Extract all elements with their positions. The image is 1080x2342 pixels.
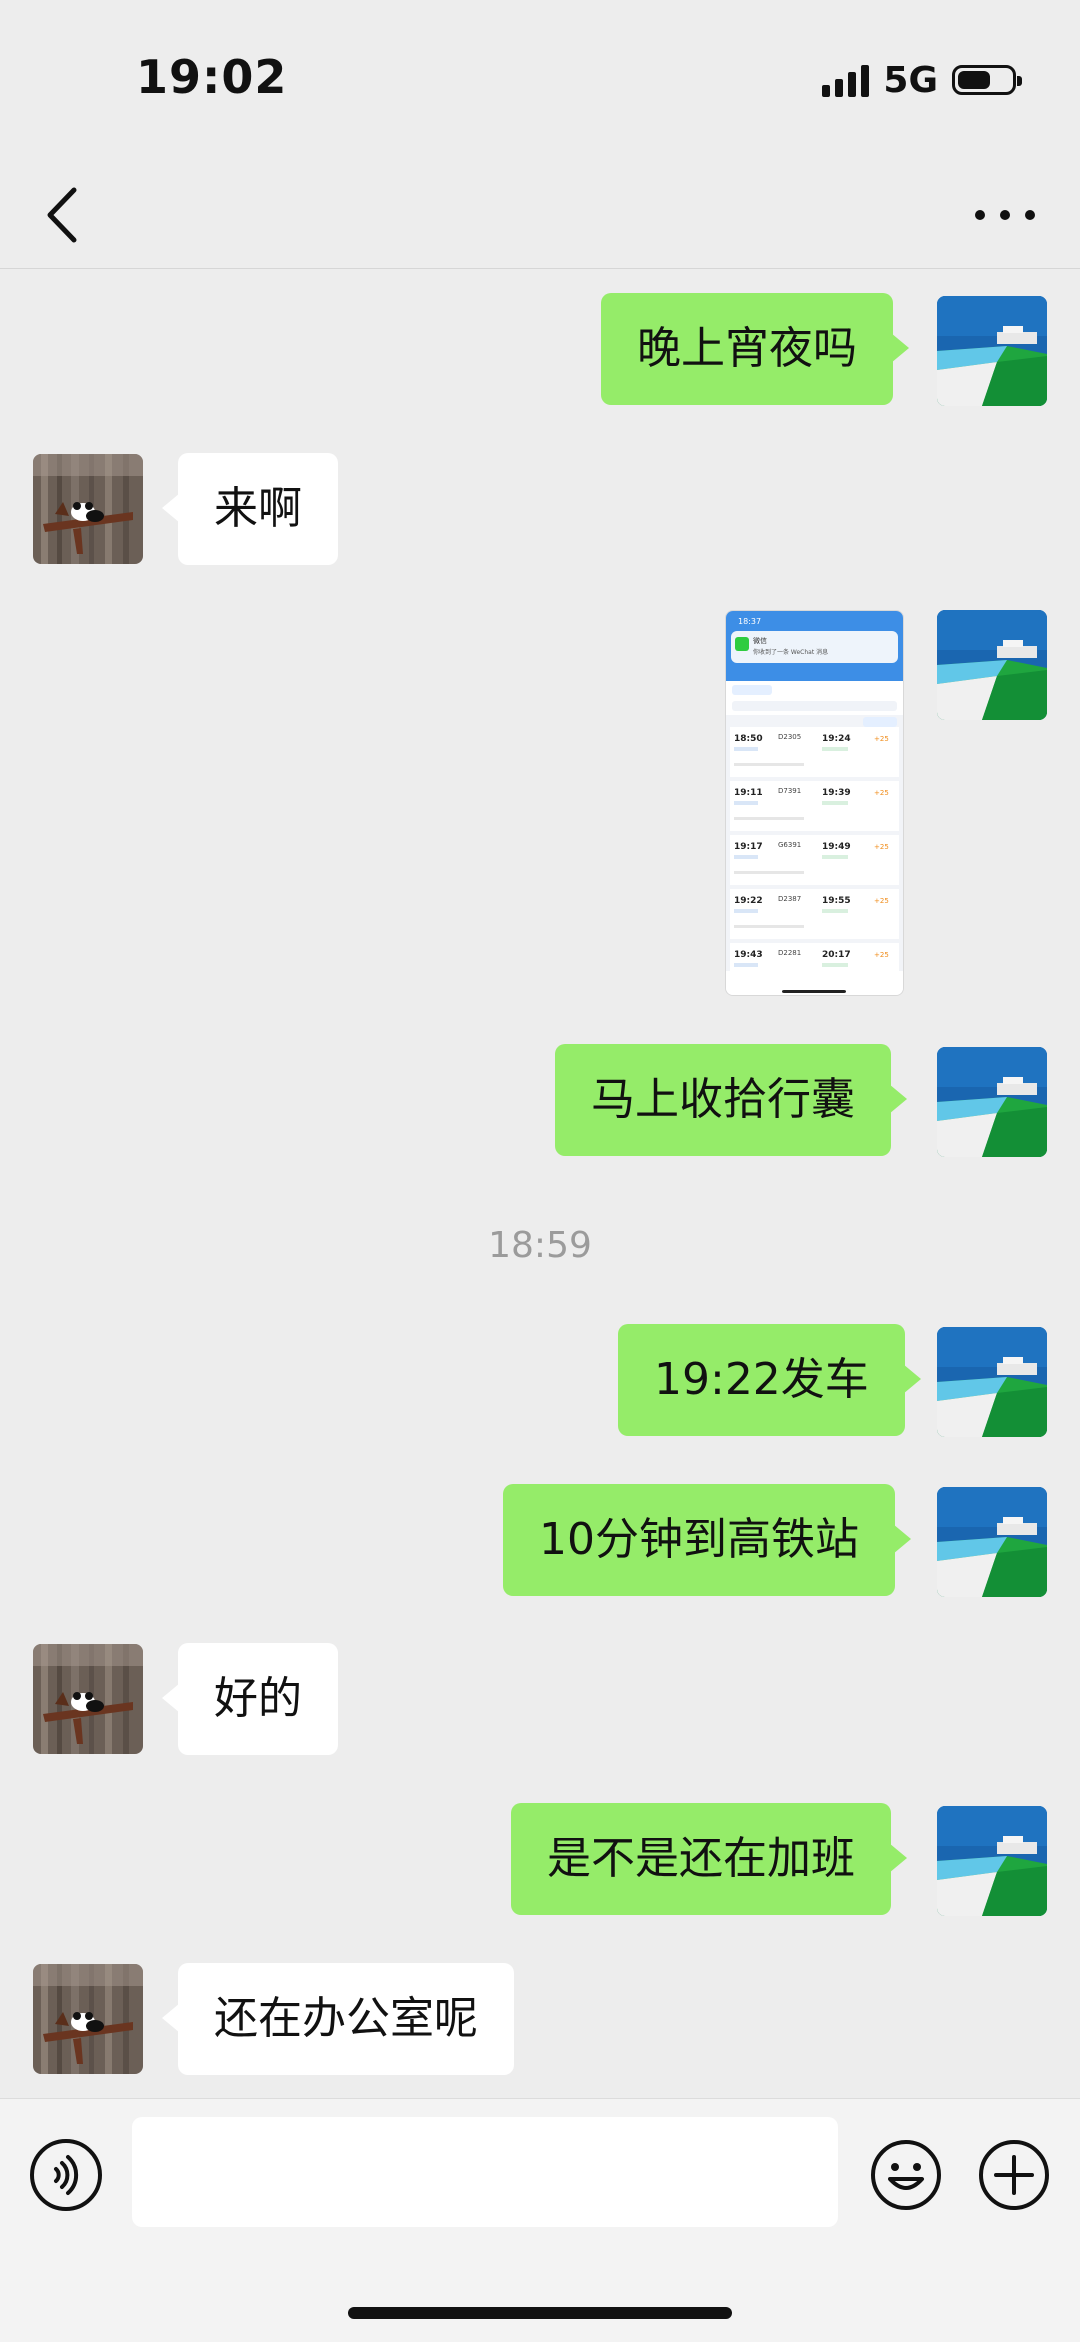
home-indicator[interactable] [348, 2307, 732, 2319]
message-text-input[interactable] [132, 2117, 838, 2227]
status-indicators: 5G [822, 58, 1022, 102]
voice-input-button[interactable] [30, 2139, 102, 2211]
train-depart-time: 19:43 [734, 950, 763, 960]
message-bubble-outgoing[interactable]: 是不是还在加班 [511, 1803, 907, 1915]
train-meta-bar [734, 909, 758, 913]
train-price: +25 [874, 735, 889, 743]
chevron-left-icon [47, 187, 77, 243]
chat-nav-bar [0, 160, 1080, 269]
train-number: G6391 [778, 841, 801, 849]
my-avatar[interactable] [937, 610, 1047, 720]
emoji-icon [871, 2140, 941, 2210]
more-dots-icon [975, 210, 1035, 220]
plus-icon [979, 2140, 1049, 2210]
my-avatar[interactable] [937, 296, 1047, 406]
train-meta-bar [822, 747, 848, 751]
contact-avatar[interactable] [33, 1964, 143, 2074]
message-bubble-outgoing[interactable]: 马上收拾行囊 [555, 1044, 907, 1156]
train-meta-bar [822, 855, 848, 859]
train-seat-bar [734, 763, 804, 766]
train-meta-bar [822, 963, 848, 967]
my-avatar[interactable] [937, 1047, 1047, 1157]
battery-icon [952, 65, 1022, 95]
train-seat-bar [734, 871, 804, 874]
train-meta-bar [734, 801, 758, 805]
train-number: D2305 [778, 733, 801, 741]
train-arrive-time: 19:55 [822, 896, 851, 906]
message-bubble-incoming[interactable]: 还在办公室呢 [162, 1963, 514, 2075]
emoji-button[interactable] [870, 2139, 942, 2211]
signal-icon [822, 63, 870, 97]
train-arrive-time: 19:49 [822, 842, 851, 852]
train-price: +25 [874, 843, 889, 851]
train-arrive-time: 19:39 [822, 788, 851, 798]
screenshot-notification-title: 微信 [753, 636, 767, 645]
message-list[interactable]: 晚上宵夜吗 来啊 18:37 微信 你收到了一条 WeChat 消息 18:50… [0, 269, 1080, 2099]
my-avatar[interactable] [937, 1806, 1047, 1916]
contact-avatar[interactable] [33, 454, 143, 564]
train-price: +25 [874, 897, 889, 905]
train-schedule-screenshot: 18:37 微信 你收到了一条 WeChat 消息 18:50 D2305 19:2… [726, 611, 903, 995]
train-depart-time: 19:11 [734, 788, 763, 798]
train-depart-time: 18:50 [734, 734, 763, 744]
train-number: D7391 [778, 787, 801, 795]
message-bubble-incoming[interactable]: 来啊 [162, 453, 338, 565]
train-meta-bar [822, 909, 848, 913]
screenshot-status-time: 18:37 [738, 617, 761, 626]
train-seat-bar [734, 817, 804, 820]
train-depart-time: 19:22 [734, 896, 763, 906]
message-image-train-tickets[interactable]: 18:37 微信 你收到了一条 WeChat 消息 18:50 D2305 19:2… [725, 610, 904, 996]
my-avatar[interactable] [937, 1327, 1047, 1437]
back-button[interactable] [36, 180, 96, 250]
screenshot-notification-body: 你收到了一条 WeChat 消息 [753, 648, 828, 656]
more-button[interactable] [970, 190, 1040, 240]
message-bubble-outgoing[interactable]: 19:22发车 [618, 1324, 921, 1436]
train-meta-bar [734, 963, 758, 967]
voice-icon [54, 2155, 79, 2195]
train-number: D2387 [778, 895, 801, 903]
more-functions-button[interactable] [978, 2139, 1050, 2211]
train-number: D2281 [778, 949, 801, 957]
message-input-bar [0, 2098, 1080, 2342]
train-row-list: 18:50 D2305 19:24 +25 19:11 D7391 19:39 +25 19:1… [730, 727, 899, 993]
my-avatar[interactable] [937, 1487, 1047, 1597]
message-bubble-outgoing[interactable]: 10分钟到高铁站 [503, 1484, 911, 1596]
message-timestamp: 18:59 [488, 1225, 592, 1266]
message-bubble-incoming[interactable]: 好的 [162, 1643, 338, 1755]
train-seat-bar [734, 925, 804, 928]
message-bubble-outgoing[interactable]: 晚上宵夜吗 [601, 293, 909, 405]
train-meta-bar [734, 855, 758, 859]
train-depart-time: 19:17 [734, 842, 763, 852]
train-meta-bar [734, 747, 758, 751]
train-arrive-time: 20:17 [822, 950, 851, 960]
train-arrive-time: 19:24 [822, 734, 851, 744]
train-price: +25 [874, 951, 889, 959]
status-bar: 19:02 5G [0, 0, 1080, 160]
train-price: +25 [874, 789, 889, 797]
train-meta-bar [822, 801, 848, 805]
contact-avatar[interactable] [33, 1644, 143, 1754]
status-time: 19:02 [136, 50, 288, 104]
network-label: 5G [883, 59, 938, 101]
